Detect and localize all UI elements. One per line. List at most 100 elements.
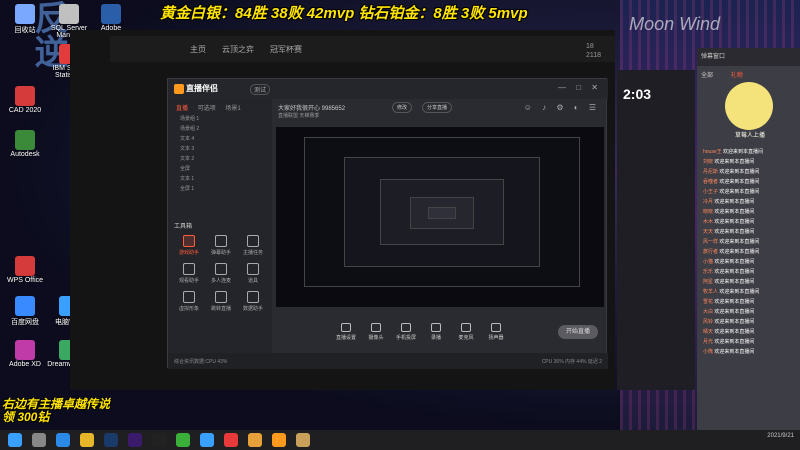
- chat-line: 晓晓 欢迎来到本直播间: [697, 208, 800, 218]
- status-right: CPU 36% 内存 44% 延迟 2: [541, 359, 602, 365]
- stream-preview[interactable]: [276, 127, 604, 307]
- taskbar-live-icon[interactable]: [272, 433, 286, 447]
- header-icons[interactable]: ☺ ♪ ⚙ ◐ ☰: [524, 103, 600, 112]
- chat-user: 乐乐: [703, 269, 715, 275]
- desktop-icon-label: CAD 2020: [8, 107, 42, 114]
- speaker-button[interactable]: 扬声器: [482, 323, 510, 341]
- tool-danmu[interactable]: 弹幕助手: [206, 235, 236, 256]
- chat-user: 风一样: [703, 239, 720, 245]
- scene-list: 场景组 1 场景组 2 文本 4 文本 3 文本 2 全屏 文本 1 全屏 1: [174, 115, 268, 195]
- chat-tab-gifts[interactable]: 礼物: [731, 73, 743, 79]
- record-button[interactable]: 录播: [422, 323, 450, 341]
- chat-text: 欢迎来到本直播间: [714, 299, 755, 305]
- desktop-icon[interactable]: Adobe XD: [2, 340, 48, 368]
- scene-item[interactable]: 全屏: [174, 165, 268, 175]
- chat-line: house王 欢迎来到本直播间: [697, 148, 800, 158]
- mic-button[interactable]: 麦克风: [452, 323, 480, 341]
- room-tag: 直播联盟 天梯赛季: [278, 113, 320, 119]
- chart-icon: [247, 291, 259, 303]
- desktop-icon[interactable]: 回收站: [2, 4, 48, 35]
- taskbar-edge-icon[interactable]: [56, 433, 70, 447]
- browser-nav: 主页 云顶之弈 冠军杯赛 18 2118: [110, 36, 615, 62]
- mascot-text: 草莓人上播: [734, 133, 765, 139]
- speaker-icon: [491, 323, 501, 332]
- share-button[interactable]: 分享直播: [422, 102, 453, 113]
- desktop-icon[interactable]: 百度网盘: [2, 296, 48, 327]
- chat-user: 晓晓: [703, 209, 715, 215]
- scene-item[interactable]: 全屏 1: [174, 185, 268, 195]
- edit-button[interactable]: 修改: [392, 102, 413, 113]
- scene-item[interactable]: 文本 4: [174, 135, 268, 145]
- wallpaper-brand: Moon Wind: [629, 14, 720, 34]
- tab-options[interactable]: 可选项: [198, 106, 216, 112]
- nav-tft[interactable]: 云顶之弈: [222, 44, 254, 55]
- chat-text: 欢迎来到本直播间: [714, 329, 755, 335]
- chat-text: 欢迎来到本直播间: [719, 179, 760, 185]
- desktop-icon[interactable]: CAD 2020: [2, 86, 48, 114]
- live-settings-button[interactable]: 直播设置: [332, 323, 360, 341]
- chat-text: 欢迎来到本直播间: [714, 339, 755, 345]
- nav-cup[interactable]: 冠军杯赛: [270, 44, 302, 55]
- taskbar-ps-icon[interactable]: [104, 433, 118, 447]
- start-live-button[interactable]: 开始直播: [558, 325, 598, 339]
- taskbar-browser-icon[interactable]: [248, 433, 262, 447]
- chat-line: 阿星 欢迎来到本直播间: [697, 278, 800, 288]
- chat-line: 大白 欢迎来到本直播间: [697, 308, 800, 318]
- chat-line: 刘晓 欢迎来到本直播间: [697, 158, 800, 168]
- window-controls[interactable]: — □ ✕: [558, 83, 602, 92]
- tool-watch[interactable]: 观看助手: [174, 263, 204, 284]
- status-left: 综合资讯数据:CPU 43%: [174, 359, 228, 365]
- tool-data[interactable]: 数据助手: [238, 291, 268, 312]
- nav-home[interactable]: 主页: [190, 44, 206, 55]
- taskbar-capcut-icon[interactable]: [152, 433, 166, 447]
- chat-text: 欢迎来到本直播间: [714, 229, 755, 235]
- mascot-avatar: [725, 82, 773, 130]
- chat-user: 月光: [703, 339, 715, 345]
- tool-game-helper[interactable]: 游戏助手: [174, 235, 204, 256]
- chat-user: 雪花: [703, 299, 715, 305]
- desktop-icon[interactable]: Autodesk: [2, 130, 48, 158]
- app-icon: [59, 4, 79, 24]
- scene-item[interactable]: 场景组 2: [174, 125, 268, 135]
- scene-item[interactable]: 文本 3: [174, 145, 268, 155]
- desktop-icon-label: Adobe XD: [9, 361, 41, 368]
- phone-cast-button[interactable]: 手机投屏: [392, 323, 420, 341]
- chat-line: 风铃 欢迎来到本直播间: [697, 318, 800, 328]
- tool-avatar[interactable]: 虚拟形象: [174, 291, 204, 312]
- tab-live[interactable]: 直播: [176, 106, 188, 112]
- camera-button[interactable]: 摄像头: [362, 323, 390, 341]
- taskbar-lol-icon[interactable]: [296, 433, 310, 447]
- tool-props[interactable]: 道具: [238, 263, 268, 284]
- tab-scene1[interactable]: 场景1: [225, 106, 240, 112]
- taskbar-pr-icon[interactable]: [128, 433, 142, 447]
- desktop: 反逆 Moon Wind 回收站 SQL Server Manage Adobe IB…: [0, 0, 800, 430]
- scene-item[interactable]: 文本 2: [174, 155, 268, 165]
- chat-user: 刘晓: [703, 159, 715, 165]
- taskbar-wechat-icon[interactable]: [176, 433, 190, 447]
- chat-line: 风一样 欢迎来到本直播间: [697, 238, 800, 248]
- app-icon: [15, 130, 35, 150]
- chat-text: 欢迎来到本直播间: [714, 219, 755, 225]
- chat-text: 欢迎来到本直播间: [719, 289, 760, 295]
- taskbar-start-icon[interactable]: [8, 433, 22, 447]
- app-icon: [15, 4, 35, 24]
- status-bar: 综合资讯数据:CPU 43% CPU 36% 内存 44% 延迟 2: [168, 353, 608, 369]
- tool-task[interactable]: 主播任务: [238, 235, 268, 256]
- scene-item[interactable]: 场景组 1: [174, 115, 268, 125]
- desktop-icon[interactable]: WPS Office: [2, 256, 48, 284]
- bottom-toolbar: 直播设置 摄像头 手机投屏 录播 麦克风 扬声器 开始直播: [272, 319, 608, 349]
- chat-user: 小猫: [703, 259, 715, 265]
- taskbar-qq-icon[interactable]: [200, 433, 214, 447]
- tool-jump[interactable]: 跳转直播: [206, 291, 236, 312]
- taskbar-chrome-icon[interactable]: [80, 433, 94, 447]
- chat-tabs: 全部 礼物: [701, 70, 759, 79]
- chat-line: 天天 欢迎来到本直播间: [697, 228, 800, 238]
- scene-item[interactable]: 文本 1: [174, 175, 268, 185]
- taskbar-clock[interactable]: 2021/9/21: [767, 433, 794, 440]
- taskbar-music-icon[interactable]: [224, 433, 238, 447]
- taskbar-search-icon[interactable]: [32, 433, 46, 447]
- tool-multi-mic[interactable]: 多人连麦: [206, 263, 236, 284]
- chat-tab-all[interactable]: 全部: [701, 73, 713, 79]
- desktop-icon[interactable]: Adobe: [88, 4, 134, 32]
- chat-user: 风铃: [703, 319, 715, 325]
